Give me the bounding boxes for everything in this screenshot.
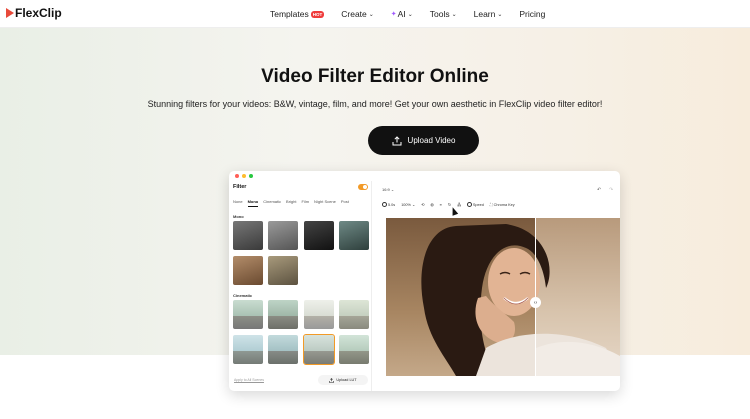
upload-video-label: Upload Video — [407, 136, 456, 145]
nav-item-label: AI — [397, 9, 406, 19]
chevron-down-icon: ⌄ — [407, 11, 413, 18]
filter-panel: Filter None Mono Cinematic Bright Film N… — [229, 181, 372, 391]
nav-item-create[interactable]: Create ⌄ — [341, 9, 374, 19]
filter-thumb[interactable] — [268, 335, 298, 364]
video-preview[interactable]: ‹› — [386, 218, 620, 376]
tab-night-scene[interactable]: Night Scene — [314, 199, 336, 207]
redo-icon[interactable]: ↷ — [609, 187, 613, 193]
nav-item-label: Templates — [270, 9, 309, 19]
tab-mono[interactable]: Mono — [247, 199, 259, 207]
compare-handle[interactable]: ‹› — [530, 297, 541, 308]
filter-thumb[interactable] — [233, 300, 263, 329]
duration-control[interactable]: 5.0s — [382, 202, 395, 207]
minimize-dot — [242, 174, 246, 178]
sparkle-icon: ✦ — [390, 11, 397, 18]
duration-value: 5.0s — [388, 202, 396, 207]
chevron-down-icon: ⌄ — [497, 11, 503, 18]
tab-none[interactable]: None — [233, 199, 243, 207]
filter-thumb[interactable] — [304, 300, 334, 329]
nav-item-templates[interactable]: Templates HOT — [270, 9, 325, 19]
chroma-key-label: Chroma Key — [493, 202, 515, 207]
zoom-control[interactable]: 100% ⌄ — [401, 202, 415, 208]
adjust-icon[interactable]: ≡ — [440, 203, 442, 207]
filter-thumb[interactable] — [304, 221, 334, 250]
maximize-dot — [249, 174, 253, 178]
filter-thumb[interactable] — [339, 300, 369, 329]
rotate-icon[interactable]: ↻ — [448, 202, 451, 207]
nav-menu: Templates HOT Create ⌄ ✦ AI ⌄ Tools ⌄ Le… — [270, 9, 562, 19]
logo-text: FlexClip — [15, 6, 62, 20]
speed-control[interactable]: Speed — [466, 202, 484, 207]
logo-icon — [6, 8, 14, 18]
section-cinematic-heading: Cinematic — [233, 293, 253, 298]
nav-item-label: Tools — [429, 9, 450, 19]
editor-window: Filter None Mono Cinematic Bright Film N… — [229, 171, 620, 391]
page-title: Video Filter Editor Online — [261, 66, 489, 87]
preview-image — [386, 218, 620, 376]
upload-icon — [392, 135, 402, 145]
chevron-down-icon: ⌄ — [451, 11, 457, 18]
chevron-down-icon: ⌄ — [368, 11, 374, 18]
filter-thumb[interactable] — [268, 256, 298, 285]
speed-label: Speed — [472, 202, 484, 207]
nav-item-ai[interactable]: ✦ AI ⌄ — [391, 9, 413, 19]
upload-icon — [329, 377, 335, 383]
filter-toggle[interactable] — [358, 184, 368, 190]
undo-icon[interactable]: ↶ — [597, 187, 601, 193]
top-nav: FlexClip Templates HOT Create ⌄ ✦ AI ⌄ T… — [0, 0, 750, 28]
tab-post[interactable]: Post — [341, 199, 349, 207]
chroma-key-icon: ⛶ — [489, 202, 493, 207]
hot-badge: HOT — [310, 10, 325, 18]
tab-cinematic[interactable]: Cinematic — [263, 199, 281, 207]
replace-icon[interactable]: ⟲ — [421, 202, 424, 207]
filter-thumb[interactable] — [233, 256, 263, 285]
tab-film[interactable]: Film — [301, 199, 309, 207]
zoom-value: 100% — [401, 202, 411, 207]
nav-item-label: Pricing — [519, 9, 546, 19]
upload-video-button[interactable]: Upload Video — [368, 126, 479, 155]
page-subtitle: Stunning filters for your videos: B&W, v… — [147, 99, 603, 109]
close-dot — [235, 174, 239, 178]
nav-item-label: Learn — [473, 9, 496, 19]
section-mono-heading: Mono — [233, 214, 244, 219]
upload-lut-label: Upload LUT — [336, 378, 357, 382]
tab-bright[interactable]: Bright — [286, 199, 296, 207]
aspect-ratio-select[interactable]: 16:9 ⌄ — [382, 187, 394, 192]
upload-lut-button[interactable]: Upload LUT — [318, 375, 368, 385]
nav-item-learn[interactable]: Learn ⌄ — [474, 9, 503, 19]
preview-toolbar: 5.0s 100% ⌄ ⟲ ◍ ≡ ↻ ⁂ Speed ⛶ Chroma Key — [382, 202, 521, 207]
effects-icon[interactable]: ⁂ — [457, 202, 461, 207]
filter-thumb-selected[interactable] — [303, 334, 335, 365]
nav-item-label: Create — [341, 9, 367, 19]
chroma-key-control[interactable]: ⛶ Chroma Key — [490, 203, 515, 207]
window-controls — [235, 174, 256, 178]
nav-item-pricing[interactable]: Pricing — [519, 9, 545, 19]
filter-thumb[interactable] — [268, 300, 298, 329]
nav-item-tools[interactable]: Tools ⌄ — [430, 9, 457, 19]
clock-icon — [382, 202, 387, 207]
aspect-ratio-value: 16:9 — [382, 187, 390, 192]
apply-all-link[interactable]: Apply to All Scenes — [234, 378, 264, 382]
preview-area: 16:9 ⌄ ↶ ↷ 5.0s 100% ⌄ ⟲ ◍ ≡ ↻ ⁂ Speed ⛶… — [373, 181, 620, 391]
filter-thumb[interactable] — [339, 221, 369, 250]
filter-thumb[interactable] — [233, 221, 263, 250]
logo[interactable]: FlexClip — [6, 6, 62, 20]
filter-thumb[interactable] — [233, 335, 263, 364]
filter-thumb[interactable] — [339, 335, 369, 364]
speed-icon — [466, 202, 472, 207]
filter-thumb[interactable] — [268, 221, 298, 250]
filter-panel-title: Filter — [233, 184, 247, 190]
filter-icon[interactable]: ◍ — [430, 202, 433, 207]
filter-tabs: None Mono Cinematic Bright Film Night Sc… — [233, 199, 354, 207]
